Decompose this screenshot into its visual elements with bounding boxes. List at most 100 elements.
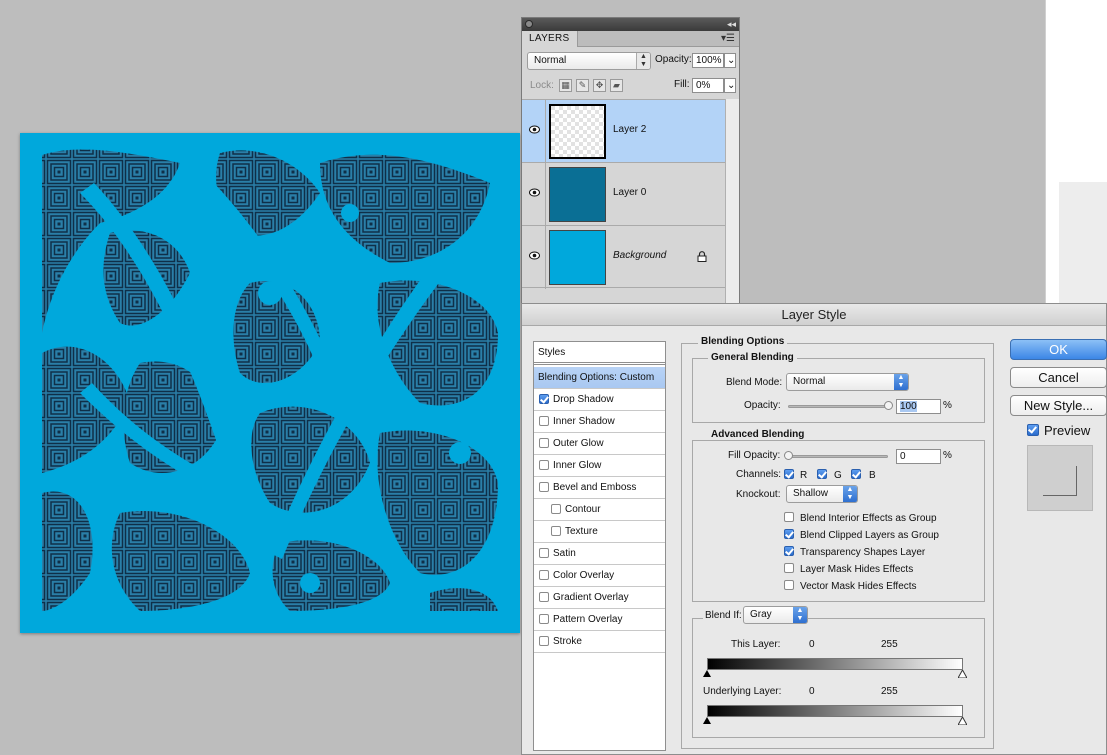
checkbox[interactable] — [539, 570, 549, 580]
checkbox[interactable] — [539, 416, 549, 426]
style-label: Gradient Overlay — [553, 592, 629, 603]
style-label: Pattern Overlay — [553, 614, 623, 625]
checkbox[interactable] — [539, 592, 549, 602]
blend-if-group — [692, 618, 985, 738]
blend-mode-value: Normal — [793, 376, 826, 387]
blend-clipped-layers-checkbox[interactable] — [784, 529, 794, 539]
blend-if-label: Blend If: — [703, 610, 744, 621]
blend-mode-label: Blend Mode: — [726, 377, 783, 388]
close-icon[interactable] — [525, 20, 533, 28]
opacity-value: 100 — [900, 401, 917, 412]
blend-if-select[interactable]: Gray ▲ ▼ — [743, 606, 808, 624]
checkbox[interactable] — [539, 482, 549, 492]
cancel-button[interactable]: Cancel — [1010, 367, 1107, 388]
lock-transparent-pixels-icon[interactable]: ▦ — [559, 79, 572, 92]
opacity-slider-track[interactable] — [788, 405, 888, 408]
lock-all-icon[interactable]: ▰ — [610, 79, 623, 92]
style-inner-shadow[interactable]: Inner Shadow — [534, 411, 665, 433]
layer-mask-hides-checkbox[interactable] — [784, 563, 794, 573]
visibility-toggle[interactable] — [524, 163, 546, 226]
layer-blend-mode-select[interactable]: Normal ▲ ▼ — [527, 52, 651, 70]
layer-fill-label: Fill: — [674, 79, 690, 90]
this-layer-min: 0 — [809, 639, 815, 650]
vector-mask-hides-checkbox[interactable] — [784, 580, 794, 590]
checkbox[interactable] — [551, 504, 561, 514]
style-satin[interactable]: Satin — [534, 543, 665, 565]
checkbox[interactable] — [539, 636, 549, 646]
styles-header[interactable]: Styles — [534, 342, 665, 365]
checkbox[interactable] — [551, 526, 561, 536]
layer-row-layer-2[interactable]: Layer 2 — [522, 99, 725, 163]
style-label: Satin — [553, 548, 576, 559]
preview-checkbox[interactable] — [1027, 424, 1039, 436]
layer-opacity-field[interactable]: 100% — [692, 53, 724, 68]
style-inner-glow[interactable]: Inner Glow — [534, 455, 665, 477]
fill-opacity-slider-track[interactable] — [788, 455, 888, 458]
checkbox[interactable] — [539, 460, 549, 470]
layer-name: Background — [613, 250, 667, 261]
panel-menu-icon[interactable]: ▾☰ — [721, 33, 735, 44]
fill-opacity-field[interactable]: 0 — [896, 449, 941, 464]
layer-fill-field[interactable]: 0% — [692, 78, 724, 93]
style-bevel-emboss[interactable]: Bevel and Emboss — [534, 477, 665, 499]
checkbox[interactable] — [539, 394, 549, 404]
opacity-slider-knob[interactable] — [884, 401, 893, 410]
tab-layers[interactable]: LAYERS — [522, 31, 578, 47]
canvas-artwork[interactable] — [20, 133, 520, 633]
style-outer-glow[interactable]: Outer Glow — [534, 433, 665, 455]
underlying-layer-label: Underlying Layer: — [703, 686, 782, 697]
underlying-layer-white-slider[interactable] — [958, 717, 967, 725]
this-layer-gradient — [707, 658, 963, 670]
layers-tabbar: LAYERS ▾☰ — [522, 31, 739, 47]
layer-mask-hides-label: Layer Mask Hides Effects — [800, 564, 914, 575]
layers-panel-titlebar[interactable]: ◂◂ — [522, 18, 739, 31]
channel-b-checkbox[interactable] — [851, 469, 861, 479]
lock-image-pixels-icon[interactable]: ✎ — [576, 79, 589, 92]
layer-fill-dropdown[interactable]: ⌄ — [724, 78, 736, 93]
styles-list: Styles Blending Options: Custom Drop Sha… — [533, 341, 666, 751]
style-stroke[interactable]: Stroke — [534, 631, 665, 653]
new-style-button[interactable]: New Style... — [1010, 395, 1107, 416]
style-color-overlay[interactable]: Color Overlay — [534, 565, 665, 587]
opacity-label: Opacity: — [744, 400, 781, 411]
checkbox[interactable] — [539, 438, 549, 448]
fill-opacity-slider-knob[interactable] — [784, 451, 793, 460]
style-blending-options[interactable]: Blending Options: Custom — [534, 367, 665, 389]
opacity-field[interactable]: 100 — [896, 399, 941, 414]
collapse-icon[interactable]: ◂◂ — [727, 18, 736, 31]
this-layer-black-slider[interactable] — [703, 670, 711, 677]
visibility-toggle[interactable] — [524, 100, 546, 163]
fill-opacity-percent: % — [943, 450, 952, 461]
layer-thumbnail — [549, 167, 606, 222]
blend-interior-effects-checkbox[interactable] — [784, 512, 794, 522]
style-contour[interactable]: Contour — [534, 499, 665, 521]
style-texture[interactable]: Texture — [534, 521, 665, 543]
transparency-shapes-checkbox[interactable] — [784, 546, 794, 556]
checkbox[interactable] — [539, 548, 549, 558]
channel-g-checkbox[interactable] — [817, 469, 827, 479]
knockout-select[interactable]: Shallow ▲ ▼ — [786, 485, 858, 503]
this-layer-white-slider[interactable] — [958, 670, 967, 678]
channel-r-checkbox[interactable] — [784, 469, 794, 479]
layer-row-layer-0[interactable]: Layer 0 — [522, 162, 725, 226]
lock-position-icon[interactable]: ✥ — [593, 79, 606, 92]
layer-row-background[interactable]: Background — [522, 225, 725, 289]
channels-label: Channels: — [736, 469, 782, 480]
eye-icon — [529, 251, 540, 260]
blend-mode-select[interactable]: Normal ▲ ▼ — [786, 373, 909, 391]
this-layer-max: 255 — [881, 639, 898, 650]
layer-opacity-dropdown[interactable]: ⌄ — [724, 53, 736, 68]
style-pattern-overlay[interactable]: Pattern Overlay — [534, 609, 665, 631]
channel-r-label: R — [800, 470, 808, 481]
visibility-toggle[interactable] — [524, 226, 546, 289]
blending-options-title: Blending Options — [698, 336, 788, 347]
style-drop-shadow[interactable]: Drop Shadow — [534, 389, 665, 411]
layers-scrollbar[interactable] — [725, 99, 739, 306]
layer-style-dialog: Layer Style Styles Blending Options: Cus… — [521, 303, 1107, 755]
advanced-blending-title: Advanced Blending — [708, 429, 808, 440]
underlying-layer-black-slider[interactable] — [703, 717, 711, 724]
knockout-label: Knockout: — [736, 489, 781, 500]
ok-button[interactable]: OK — [1010, 339, 1107, 360]
style-gradient-overlay[interactable]: Gradient Overlay — [534, 587, 665, 609]
checkbox[interactable] — [539, 614, 549, 624]
